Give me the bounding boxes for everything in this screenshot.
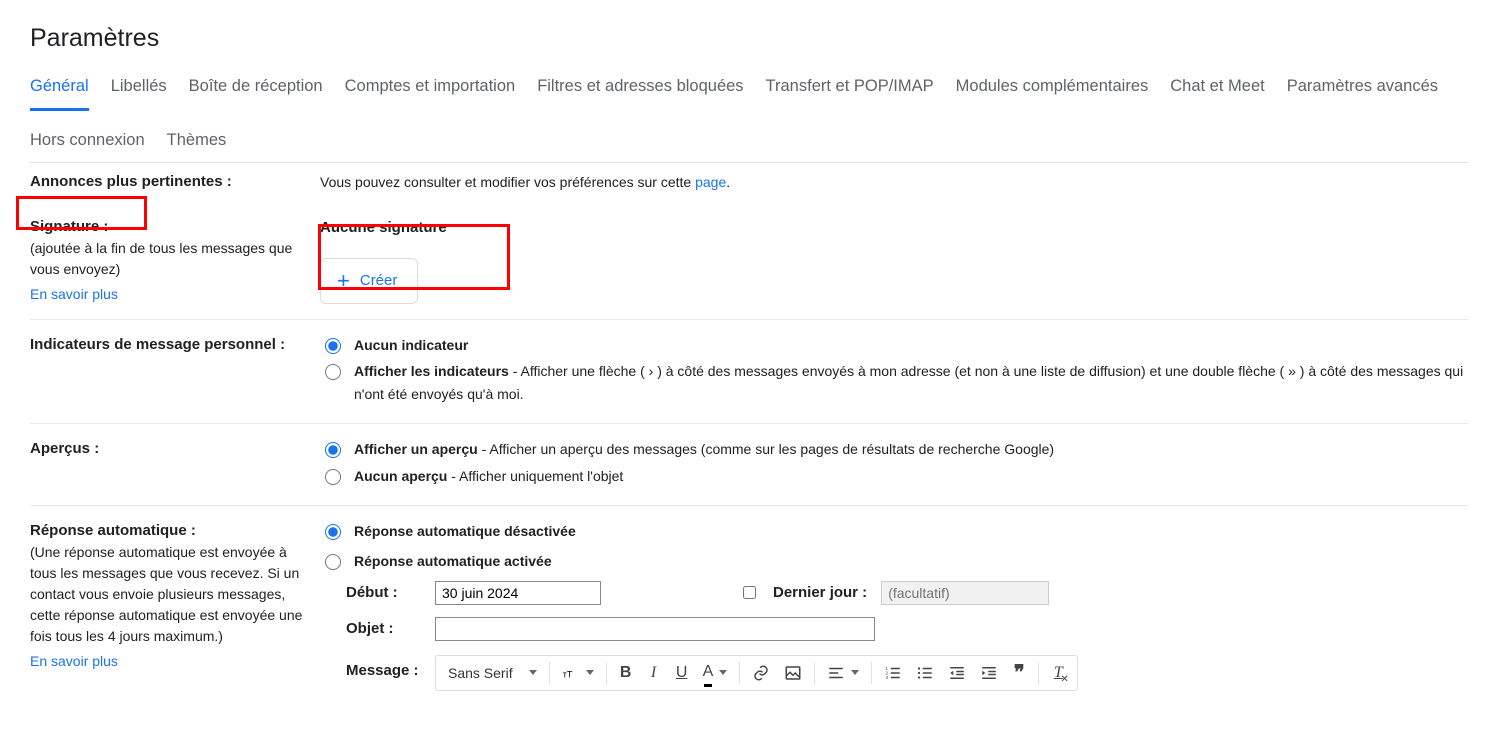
formatting-toolbar: Sans Serif ᴛT B I U A bbox=[435, 655, 1078, 691]
tab-bo-te-de-r-ception[interactable]: Boîte de réception bbox=[189, 73, 323, 111]
indent-increase-icon bbox=[980, 664, 998, 682]
tab-libell-s[interactable]: Libellés bbox=[111, 73, 167, 111]
signature-learn-more-link[interactable]: En savoir plus bbox=[30, 284, 310, 305]
vacation-learn-more-link[interactable]: En savoir plus bbox=[30, 651, 310, 672]
start-date-label: Début : bbox=[346, 581, 421, 605]
message-label: Message : bbox=[346, 653, 421, 683]
snippet-show-desc: - Afficher un aperçu des messages (comme… bbox=[478, 441, 1054, 457]
quote-button[interactable]: ❞ bbox=[1006, 660, 1032, 686]
subject-label: Objet : bbox=[346, 617, 421, 641]
last-day-checkbox[interactable] bbox=[743, 586, 756, 599]
italic-button[interactable]: I bbox=[641, 660, 667, 686]
vacation-desc: (Une réponse automatique est envoyée à t… bbox=[30, 542, 310, 647]
ads-text: Vous pouvez consulter et modifier vos pr… bbox=[320, 174, 695, 190]
tab-th-mes[interactable]: Thèmes bbox=[167, 127, 227, 162]
vacation-off-radio[interactable] bbox=[325, 524, 341, 540]
tab-filtres-et-adresses-bloqu-es[interactable]: Filtres et adresses bloquées bbox=[537, 73, 743, 111]
svg-text:3: 3 bbox=[886, 675, 889, 680]
svg-text:ᴛT: ᴛT bbox=[562, 669, 572, 679]
font-size-button[interactable]: ᴛT bbox=[556, 660, 600, 686]
numbered-list-button[interactable]: 123 bbox=[878, 660, 908, 686]
align-button[interactable] bbox=[821, 660, 865, 686]
underline-button[interactable]: U bbox=[669, 660, 695, 686]
tabs-bar: Général Libellés Boîte de réception Comptes… bbox=[30, 73, 1468, 163]
insert-image-button[interactable] bbox=[778, 660, 808, 686]
last-day-input[interactable] bbox=[881, 581, 1049, 605]
tab-chat-et-meet[interactable]: Chat et Meet bbox=[1170, 73, 1264, 111]
tab-param-tres-avanc-s[interactable]: Paramètres avancés bbox=[1287, 73, 1438, 111]
tab-hors-connexion[interactable]: Hors connexion bbox=[30, 127, 145, 162]
snippet-none-radio[interactable] bbox=[325, 469, 341, 485]
list-bullet-icon bbox=[916, 664, 934, 682]
tab-modules-compl-mentaires[interactable]: Modules complémentaires bbox=[956, 73, 1149, 111]
tab-g-n-ral[interactable]: Général bbox=[30, 73, 89, 111]
indicator-show-desc: - Afficher une flèche ( › ) à côté des m… bbox=[354, 363, 1463, 401]
align-left-icon bbox=[827, 664, 845, 682]
toolbar-separator bbox=[814, 662, 815, 684]
section-vacation: Réponse automatique : (Une réponse autom… bbox=[30, 506, 1468, 711]
indicators-label: Indicateurs de message personnel : bbox=[30, 336, 285, 353]
indent-more-button[interactable] bbox=[974, 660, 1004, 686]
indent-decrease-icon bbox=[948, 664, 966, 682]
toolbar-separator bbox=[871, 662, 872, 684]
remove-format-icon: T✕ bbox=[1054, 660, 1063, 686]
indicator-none-radio[interactable] bbox=[325, 338, 341, 354]
indent-less-button[interactable] bbox=[942, 660, 972, 686]
signature-desc: (ajoutée à la fin de tous les messages q… bbox=[30, 238, 310, 280]
snippet-none-label: Aucun aperçu bbox=[354, 468, 447, 484]
insert-link-button[interactable] bbox=[746, 660, 776, 686]
link-icon bbox=[752, 664, 770, 682]
section-signature: Signature : (ajoutée à la fin de tous le… bbox=[30, 202, 1468, 321]
subject-input[interactable] bbox=[435, 617, 875, 641]
last-day-label: Dernier jour : bbox=[773, 581, 867, 605]
section-ads: Annonces plus pertinentes : Vous pouvez … bbox=[30, 163, 1468, 202]
toolbar-separator bbox=[1038, 662, 1039, 684]
section-snippets: Aperçus : Afficher un aperçu - Afficher … bbox=[30, 424, 1468, 506]
snippet-none-desc: - Afficher uniquement l'objet bbox=[447, 468, 623, 484]
ads-page-link[interactable]: page bbox=[695, 174, 726, 190]
tab-comptes-et-importation[interactable]: Comptes et importation bbox=[345, 73, 516, 111]
font-family-select[interactable]: Sans Serif bbox=[442, 662, 543, 684]
snippet-show-label: Afficher un aperçu bbox=[354, 441, 478, 457]
image-icon bbox=[784, 664, 802, 682]
section-indicators: Indicateurs de message personnel : Aucun… bbox=[30, 320, 1468, 424]
start-date-input[interactable] bbox=[435, 581, 601, 605]
tab-transfert-et-pop-imap[interactable]: Transfert et POP/IMAP bbox=[766, 73, 934, 111]
snippet-show-radio[interactable] bbox=[325, 442, 341, 458]
toolbar-separator bbox=[606, 662, 607, 684]
text-size-icon: ᴛT bbox=[562, 664, 580, 682]
toolbar-separator bbox=[549, 662, 550, 684]
ads-label: Annonces plus pertinentes : bbox=[30, 173, 232, 190]
remove-formatting-button[interactable]: T✕ bbox=[1045, 660, 1071, 686]
snippets-label: Aperçus : bbox=[30, 440, 99, 457]
indicator-none-label: Aucun indicateur bbox=[354, 337, 468, 353]
quote-icon: ❞ bbox=[1014, 657, 1025, 689]
toolbar-separator bbox=[739, 662, 740, 684]
vacation-label: Réponse automatique : bbox=[30, 520, 310, 543]
highlight-signature-label bbox=[16, 196, 147, 230]
list-ordered-icon: 123 bbox=[884, 664, 902, 682]
indicator-show-label: Afficher les indicateurs bbox=[354, 363, 509, 379]
highlight-create-button bbox=[318, 224, 510, 290]
bulleted-list-button[interactable] bbox=[910, 660, 940, 686]
bold-button[interactable]: B bbox=[613, 660, 639, 686]
ads-suffix: . bbox=[726, 174, 730, 190]
vacation-on-radio[interactable] bbox=[325, 554, 341, 570]
indicator-show-radio[interactable] bbox=[325, 364, 341, 380]
vacation-off-label: Réponse automatique désactivée bbox=[354, 523, 576, 539]
vacation-on-label: Réponse automatique activée bbox=[354, 553, 552, 569]
text-color-button[interactable]: A bbox=[697, 660, 734, 686]
page-title: Paramètres bbox=[30, 24, 1468, 53]
